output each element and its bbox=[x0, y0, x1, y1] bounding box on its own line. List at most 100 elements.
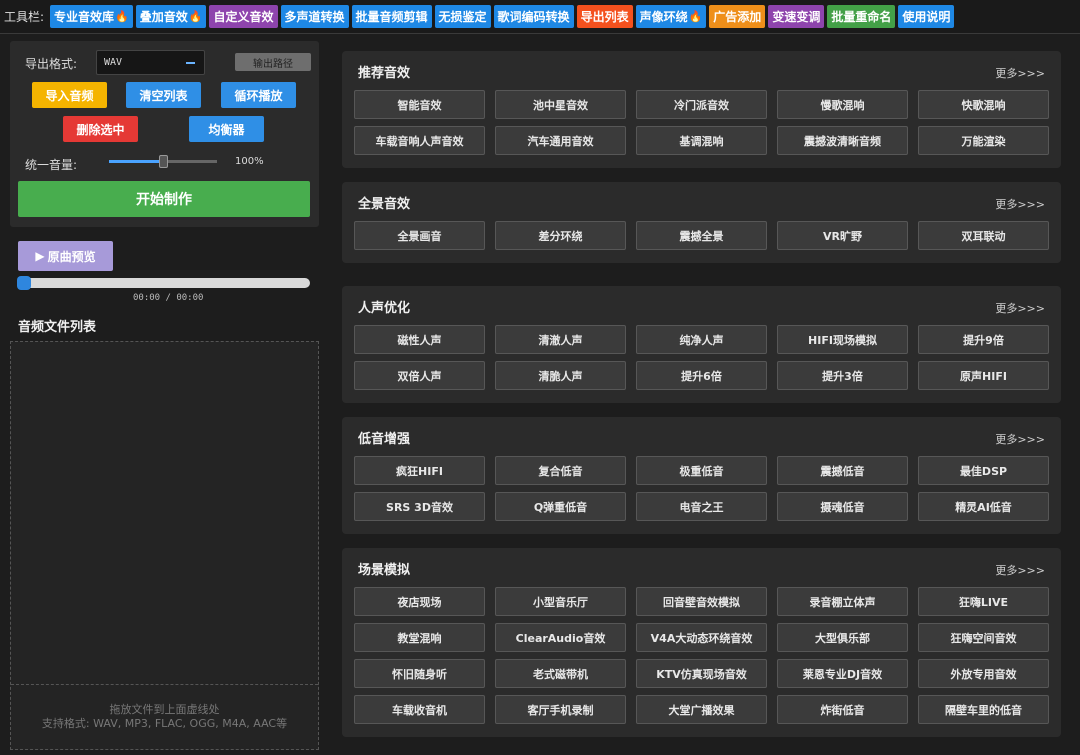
file-drop-zone[interactable]: 拖放文件到上面虚线处 支持格式: WAV, MP3, FLAC, OGG, M4… bbox=[10, 341, 319, 750]
toolbar-button-label: 叠加音效 bbox=[139, 10, 188, 24]
effect-button[interactable]: 震撼全景 bbox=[636, 221, 767, 250]
more-link[interactable]: 更多>>> bbox=[995, 196, 1045, 212]
toolbar-button[interactable]: 批量重命名 bbox=[827, 5, 896, 28]
toolbar-button[interactable]: 声像环绕 🔥 bbox=[635, 5, 707, 28]
toolbar-button[interactable]: 歌词编码转换 bbox=[493, 5, 574, 28]
effect-button[interactable]: 回音壁音效模拟 bbox=[636, 587, 767, 616]
delete-selected-button[interactable]: 删除选中 bbox=[63, 116, 138, 142]
effect-button[interactable]: ClearAudio音效 bbox=[495, 623, 626, 652]
effect-button[interactable]: 快歌混响 bbox=[918, 90, 1049, 119]
toolbar-button-label: 导出列表 bbox=[580, 10, 629, 24]
effect-button[interactable]: 池中星音效 bbox=[495, 90, 626, 119]
effect-button[interactable]: 提升3倍 bbox=[777, 361, 908, 390]
playback-progress-bar[interactable] bbox=[17, 276, 310, 290]
effect-button[interactable]: 汽车通用音效 bbox=[495, 126, 626, 155]
effect-button[interactable]: 震撼波清晰音频 bbox=[777, 126, 908, 155]
toolbar-button[interactable]: 叠加音效 🔥 bbox=[135, 5, 207, 28]
effect-button[interactable]: HIFI现场模拟 bbox=[777, 325, 908, 354]
import-audio-button[interactable]: 导入音频 bbox=[32, 82, 107, 108]
effect-section: 推荐音效 更多>>> 智能音效 池中星音效 冷门派音效 慢歌混响 快歌混响车载音响人声音效汽… bbox=[342, 51, 1061, 168]
fire-icon: 🔥 bbox=[188, 10, 203, 23]
effect-button[interactable]: 莱恩专业DJ音效 bbox=[777, 659, 908, 688]
volume-slider[interactable] bbox=[109, 155, 217, 168]
start-button[interactable]: 开始制作 bbox=[18, 181, 310, 217]
effect-button[interactable]: 老式磁带机 bbox=[495, 659, 626, 688]
toolbar-button[interactable]: 专业音效库 🔥 bbox=[50, 5, 133, 28]
playback-progress-handle[interactable] bbox=[17, 276, 31, 290]
effect-button[interactable]: 狂嗨空间音效 bbox=[918, 623, 1049, 652]
effect-button[interactable]: 差分环绕 bbox=[495, 221, 626, 250]
effect-button[interactable]: 清澈人声 bbox=[495, 325, 626, 354]
effect-button[interactable]: 极重低音 bbox=[636, 456, 767, 485]
more-link[interactable]: 更多>>> bbox=[995, 431, 1045, 447]
effect-button[interactable]: VR旷野 bbox=[777, 221, 908, 250]
toolbar-button[interactable]: 导出列表 bbox=[576, 5, 633, 28]
effect-button[interactable]: 教堂混响 bbox=[354, 623, 485, 652]
effect-button[interactable]: 大型俱乐部 bbox=[777, 623, 908, 652]
toolbar-button-label: 专业音效库 bbox=[54, 10, 115, 24]
volume-value: 100% bbox=[235, 156, 264, 167]
effect-button[interactable]: 智能音效 bbox=[354, 90, 485, 119]
toolbar-button[interactable]: 自定义音效 bbox=[209, 5, 278, 28]
more-link[interactable]: 更多>>> bbox=[995, 300, 1045, 316]
toolbar-button[interactable]: 多声道转换 bbox=[280, 5, 349, 28]
effect-button[interactable]: 外放专用音效 bbox=[918, 659, 1049, 688]
effect-button[interactable]: 摄魂低音 bbox=[777, 492, 908, 521]
toolbar-button[interactable]: 广告添加 bbox=[709, 5, 766, 28]
effect-button[interactable]: 慢歌混响 bbox=[777, 90, 908, 119]
effect-button[interactable]: 客厅手机录制 bbox=[495, 695, 626, 724]
clear-list-button[interactable]: 清空列表 bbox=[126, 82, 201, 108]
effect-button[interactable]: 怀旧随身听 bbox=[354, 659, 485, 688]
drop-hint: 拖放文件到上面虚线处 支持格式: WAV, MP3, FLAC, OGG, M4… bbox=[11, 684, 318, 731]
play-icon: ▶ bbox=[35, 249, 45, 263]
effect-button[interactable]: 万能渲染 bbox=[918, 126, 1049, 155]
equalizer-button[interactable]: 均衡器 bbox=[189, 116, 264, 142]
effect-button[interactable]: 隔壁车里的低音 bbox=[918, 695, 1049, 724]
section-title: 推荐音效 bbox=[358, 66, 411, 81]
effect-button[interactable]: SRS 3D音效 bbox=[354, 492, 485, 521]
effect-button[interactable]: 车载收音机 bbox=[354, 695, 485, 724]
export-format-select[interactable]: WAV bbox=[96, 50, 205, 75]
effect-button[interactable]: Q弹重低音 bbox=[495, 492, 626, 521]
effect-button[interactable]: 大堂广播效果 bbox=[636, 695, 767, 724]
volume-slider-handle[interactable] bbox=[159, 155, 168, 168]
effect-button[interactable]: 车载音响人声音效 bbox=[354, 126, 485, 155]
loop-play-button[interactable]: 循环播放 bbox=[221, 82, 296, 108]
effect-button[interactable]: 双倍人声 bbox=[354, 361, 485, 390]
effect-button[interactable]: V4A大动态环绕音效 bbox=[636, 623, 767, 652]
effect-button[interactable]: 清脆人声 bbox=[495, 361, 626, 390]
effect-button[interactable]: 电音之王 bbox=[636, 492, 767, 521]
preview-button[interactable]: ▶ 原曲预览 bbox=[18, 241, 113, 271]
effect-button[interactable]: 震撼低音 bbox=[777, 456, 908, 485]
toolbar-button[interactable]: 使用说明 bbox=[898, 5, 955, 28]
effect-section: 人声优化 更多>>> 磁性人声 清澈人声 纯净人声 HIFI现场模拟 提升9倍 双倍人声 清脆人… bbox=[342, 286, 1061, 403]
effect-button[interactable]: 基调混响 bbox=[636, 126, 767, 155]
effect-button[interactable]: 最佳DSP bbox=[918, 456, 1049, 485]
effect-button[interactable]: KTV仿真现场音效 bbox=[636, 659, 767, 688]
drop-hint-formats: 支持格式: WAV, MP3, FLAC, OGG, M4A, AAC等 bbox=[41, 717, 288, 730]
effect-button[interactable]: 磁性人声 bbox=[354, 325, 485, 354]
more-link[interactable]: 更多>>> bbox=[995, 65, 1045, 81]
toolbar-button[interactable]: 变速变调 bbox=[768, 5, 825, 28]
effect-button[interactable]: 狂嗨LIVE bbox=[918, 587, 1049, 616]
effect-button[interactable]: 录音棚立体声 bbox=[777, 587, 908, 616]
effect-button[interactable]: 全景画音 bbox=[354, 221, 485, 250]
effect-button[interactable]: 炸街低音 bbox=[777, 695, 908, 724]
effect-button[interactable]: 提升6倍 bbox=[636, 361, 767, 390]
effect-button[interactable]: 精灵AI低音 bbox=[918, 492, 1049, 521]
toolbar-button[interactable]: 无损鉴定 bbox=[434, 5, 491, 28]
effect-button[interactable]: 小型音乐厅 bbox=[495, 587, 626, 616]
effect-button[interactable]: 原声HIFI bbox=[918, 361, 1049, 390]
effect-button[interactable]: 夜店现场 bbox=[354, 587, 485, 616]
playback-time: 00:00 / 00:00 bbox=[133, 293, 204, 303]
more-link[interactable]: 更多>>> bbox=[995, 562, 1045, 578]
toolbar-button[interactable]: 批量音频剪辑 bbox=[351, 5, 432, 28]
effect-button[interactable]: 疯狂HIFI bbox=[354, 456, 485, 485]
effect-button[interactable]: 提升9倍 bbox=[918, 325, 1049, 354]
effect-button[interactable]: 冷门派音效 bbox=[636, 90, 767, 119]
output-path-button[interactable]: 输出路径 bbox=[235, 53, 311, 71]
effect-button[interactable]: 复合低音 bbox=[495, 456, 626, 485]
effect-button[interactable]: 纯净人声 bbox=[636, 325, 767, 354]
toolbar-button-label: 多声道转换 bbox=[284, 10, 345, 24]
effect-button[interactable]: 双耳联动 bbox=[918, 221, 1049, 250]
